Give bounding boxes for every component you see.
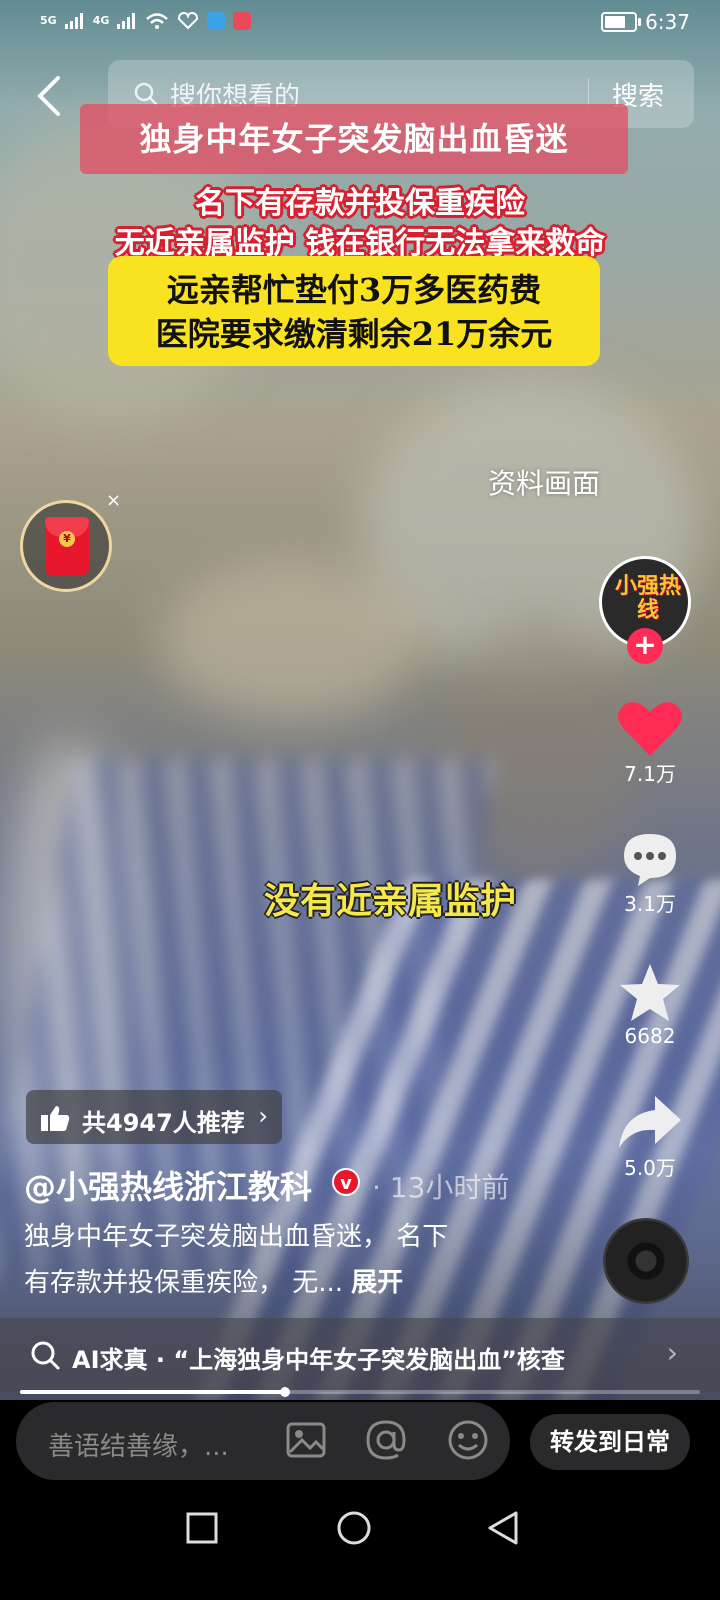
share-count: 5.0万: [624, 1156, 676, 1180]
video-progress-bar[interactable]: [20, 1387, 700, 1397]
share-arrow-icon: [619, 1096, 681, 1148]
ai-fact-check-text: AI求真 · “上海独身中年女子突发脑出血”核查: [72, 1346, 565, 1374]
search-icon: [134, 82, 158, 106]
star-icon: [620, 964, 680, 1021]
red-packet-close-button[interactable]: ×: [106, 490, 121, 511]
video-title-caption: 独身中年女子突发脑出血昏迷: [80, 104, 628, 174]
video-yellow-caption-2: 医院要求缴清剩余21万余元: [155, 315, 553, 353]
status-bar: 5G 4G 6:37: [0, 0, 720, 48]
like-button[interactable]: 7.1万: [610, 698, 690, 787]
bg-blob: [160, 560, 420, 720]
battery-icon: [601, 12, 642, 32]
circle-icon[interactable]: [336, 1510, 372, 1546]
chevron-left-icon: [37, 76, 60, 116]
favorite-button[interactable]: 6682: [610, 962, 690, 1048]
follow-button[interactable]: +: [627, 628, 663, 664]
avatar-logo-text: 小强热线: [614, 574, 681, 623]
description-line-2: 有存款并投保重疾险， 无...: [24, 1268, 344, 1298]
comment-placeholder: 善语结善缘，...: [48, 1432, 229, 1462]
comment-icon: [624, 834, 676, 886]
post-time: · 13小时前: [372, 1171, 510, 1204]
signal-icon: [117, 13, 136, 29]
comment-bar: 善语结善缘，... 转发到日常: [0, 1400, 720, 1500]
source-footage-tag: 资料画面: [488, 467, 601, 500]
red-envelope-icon: ¥: [45, 517, 89, 575]
recommend-count: 共4947人推荐: [82, 1109, 245, 1137]
share-button[interactable]: 5.0万: [610, 1094, 690, 1181]
red-packet-widget[interactable]: ¥: [20, 500, 112, 592]
coin-icon: ¥: [59, 531, 75, 547]
video-description: 独身中年女子突发脑出血昏迷， 名下 有存款并投保重疾险， 无... 展开: [24, 1214, 524, 1306]
image-icon[interactable]: [284, 1418, 328, 1462]
thumbs-up-icon: [41, 1106, 70, 1131]
video-red-caption-1: 名下有存款并投保重疾险: [195, 186, 525, 221]
like-count: 7.1万: [624, 762, 676, 786]
video-progress-fill: [20, 1390, 286, 1394]
favorite-count: 6682: [624, 1024, 676, 1048]
video-yellow-caption: 远亲帮忙垫付3万多医药费 医院要求缴清剩余21万余元: [108, 256, 600, 366]
verified-badge-icon: v: [332, 1168, 360, 1196]
recommend-chip[interactable]: 共4947人推荐 ›: [26, 1090, 282, 1144]
system-nav-bar: [0, 1500, 720, 1600]
network-5g: 5G: [40, 14, 57, 27]
wifi-icon: [146, 13, 169, 29]
heart-status-icon: [178, 12, 199, 30]
app-notification-icon: [233, 12, 252, 30]
square-icon[interactable]: [186, 1512, 218, 1544]
author-name[interactable]: @小强热线浙江教科: [24, 1162, 312, 1208]
chevron-right-icon: ›: [666, 1336, 678, 1369]
status-left: 5G 4G: [40, 12, 252, 30]
triangle-back-icon[interactable]: [486, 1510, 522, 1546]
music-disc-icon[interactable]: [603, 1218, 689, 1304]
clock: 6:37: [645, 10, 690, 34]
signal-icon: [64, 13, 83, 29]
status-right: 6:37: [601, 10, 690, 34]
heart-icon: [618, 702, 682, 756]
comment-button[interactable]: 3.1万: [610, 830, 690, 917]
video-yellow-caption-1: 远亲帮忙垫付3万多医药费: [166, 271, 542, 309]
share-to-daily-button[interactable]: 转发到日常: [530, 1414, 690, 1470]
network-4g: 4G: [92, 14, 110, 27]
back-button[interactable]: [30, 72, 70, 120]
expand-description-button[interactable]: 展开: [351, 1268, 403, 1298]
comment-input[interactable]: 善语结善缘，...: [16, 1402, 510, 1480]
at-icon[interactable]: [364, 1418, 408, 1462]
chevron-right-icon: ›: [258, 1102, 268, 1130]
video-feed-screen: 5G 4G 6:37 搜你想看的 搜索 独身中年女子突发脑出血昏迷 名下有存款并…: [0, 0, 720, 1600]
description-line-1: 独身中年女子突发脑出血昏迷， 名下: [24, 1222, 449, 1252]
search-icon: [31, 1341, 60, 1370]
ai-fact-check-bar[interactable]: AI求真 · “上海独身中年女子突发脑出血”核查 ›: [0, 1318, 720, 1392]
emoji-icon[interactable]: [446, 1418, 490, 1462]
comment-count: 3.1万: [624, 892, 676, 916]
app-notification-icon: [207, 12, 226, 30]
